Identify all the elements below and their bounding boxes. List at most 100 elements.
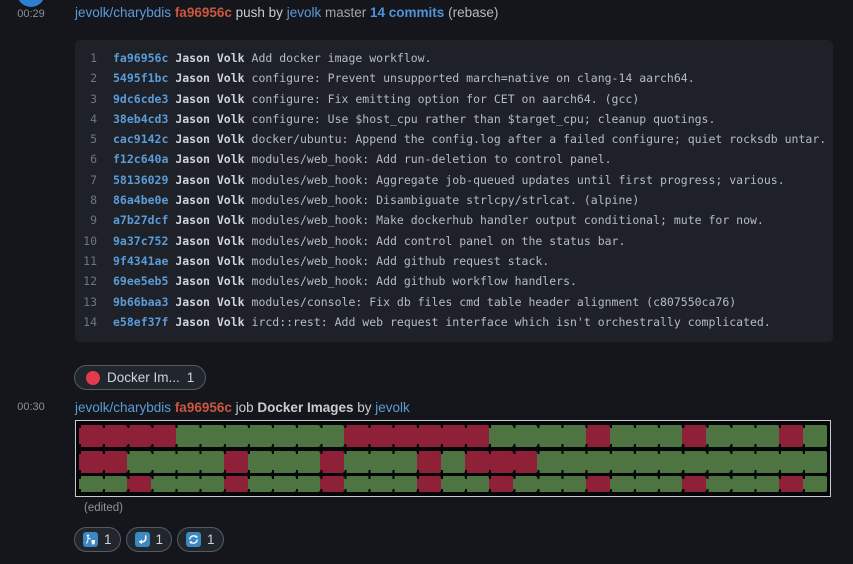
repo-link[interactable]: jevolk/charybdis (75, 400, 171, 415)
reaction-label: Docker Im... (107, 370, 180, 385)
commit-message: modules/web_hook: Aggregate job-queued u… (252, 173, 785, 187)
job-cell-passed (296, 476, 320, 492)
line-number: 2 (75, 68, 97, 88)
timestamp: 00:29 (0, 8, 62, 20)
refresh-reaction-pill[interactable]: 1 (177, 527, 224, 552)
line-number: 4 (75, 109, 97, 129)
job-cell-failed (682, 476, 706, 492)
job-cell-failed (465, 425, 489, 447)
commit-hash-link[interactable]: 9dc6cde3 (113, 92, 168, 106)
job-cell-passed (803, 476, 827, 492)
commit-hash-link[interactable]: 58136029 (113, 173, 168, 187)
timestamp: 00:30 (0, 401, 62, 413)
job-cell-passed (682, 451, 706, 473)
commit-line: 6f12c640a Jason Volk modules/web_hook: A… (75, 149, 833, 169)
litter-reaction-pill[interactable]: 1 (74, 527, 121, 552)
commit-author: Jason Volk (175, 193, 244, 207)
job-cell-passed (369, 476, 393, 492)
line-number: 1 (75, 48, 97, 68)
refresh-icon (186, 532, 201, 547)
job-cell-passed (151, 451, 175, 473)
job-cell-passed (103, 476, 127, 492)
job-cell-passed (634, 476, 658, 492)
job-cell-passed (634, 425, 658, 447)
avatar[interactable] (17, 0, 45, 7)
job-cell-failed (417, 425, 441, 447)
job-cell-passed (176, 451, 200, 473)
commit-list-block: 1fa96956c Jason Volk Add docker image wo… (75, 40, 833, 342)
by-text: by (357, 400, 371, 415)
job-cell-failed (369, 425, 393, 447)
job-cell-passed (779, 451, 803, 473)
return-arrow-reaction-pill[interactable]: 1 (126, 527, 173, 552)
job-cell-passed (706, 451, 730, 473)
commit-author: Jason Volk (175, 274, 244, 288)
job-cell-failed (127, 476, 151, 492)
job-cell-failed (489, 451, 513, 473)
commit-hash-link[interactable]: 9b66baa3 (113, 295, 168, 309)
job-cell-passed (562, 476, 586, 492)
job-cell-passed (562, 425, 586, 447)
docker-images-reaction-pill[interactable]: Docker Im... 1 (74, 365, 206, 390)
repo-link[interactable]: jevolk/charybdis (75, 5, 171, 20)
commit-hash-link[interactable]: f12c640a (113, 152, 168, 166)
job-cell-passed (296, 451, 320, 473)
reaction-count: 1 (156, 532, 164, 547)
commit-hash-link[interactable]: a7b27dcf (113, 213, 168, 227)
commit-message: modules/web_hook: Add control panel on t… (252, 234, 626, 248)
job-cell-passed (272, 476, 296, 492)
reactions-row: 1 1 1 (74, 527, 224, 552)
commit-author: Jason Volk (175, 71, 244, 85)
job-cell-passed (610, 476, 634, 492)
commit-message: modules/web_hook: Add run-deletion to co… (252, 152, 612, 166)
job-cell-passed (610, 451, 634, 473)
commit-hash-link[interactable]: 69ee5eb5 (113, 274, 168, 288)
job-cell-passed (200, 425, 224, 447)
commits-link[interactable]: 14 commits (370, 5, 444, 20)
commit-hash-link[interactable]: e58ef37f (113, 315, 168, 329)
job-cell-passed (441, 451, 465, 473)
commit-hash-link[interactable]: 86a4be0e (113, 193, 168, 207)
job-cell-failed (127, 425, 151, 447)
job-cell-failed (441, 425, 465, 447)
reaction-count: 1 (187, 370, 195, 385)
commit-line: 109a37c752 Jason Volk modules/web_hook: … (75, 231, 833, 251)
commit-hash-link[interactable]: 5495f1bc (113, 71, 168, 85)
user-link[interactable]: jevolk (375, 400, 410, 415)
job-cell-passed (200, 451, 224, 473)
commit-hash-link[interactable]: 9f4341ae (113, 254, 168, 268)
job-cell-passed (489, 425, 513, 447)
job-cell-passed (393, 451, 417, 473)
commit-line: 9a7b27dcf Jason Volk modules/web_hook: M… (75, 210, 833, 230)
commit-hash-link[interactable]: cac9142c (113, 132, 168, 146)
job-grid-row (79, 476, 827, 492)
job-cell-passed (634, 451, 658, 473)
commit-message: modules/web_hook: Add github request sta… (252, 254, 550, 268)
commit-hash-link[interactable]: fa96956c (113, 51, 168, 65)
job-cell-passed (658, 425, 682, 447)
commit-message: configure: Fix emitting option for CET o… (252, 92, 640, 106)
commit-hash-link[interactable]: 38eb4cd3 (113, 112, 168, 126)
reaction-count: 1 (104, 532, 112, 547)
branch-name: master (325, 5, 366, 20)
push-hash-link[interactable]: fa96956c (175, 5, 232, 20)
job-cell-passed (296, 425, 320, 447)
job-cell-passed (344, 476, 368, 492)
job-cell-passed (344, 451, 368, 473)
line-number: 7 (75, 170, 97, 190)
commit-author: Jason Volk (175, 152, 244, 166)
commit-author: Jason Volk (175, 173, 244, 187)
line-number: 3 (75, 89, 97, 109)
line-number: 9 (75, 210, 97, 230)
job-hash-link[interactable]: fa96956c (175, 400, 232, 415)
commit-hash-link[interactable]: 9a37c752 (113, 234, 168, 248)
commit-line: 1269ee5eb5 Jason Volk modules/web_hook: … (75, 271, 833, 291)
commit-message: modules/web_hook: Add github workflow ha… (252, 274, 577, 288)
job-cell-failed (779, 425, 803, 447)
job-cell-failed (682, 425, 706, 447)
commit-author: Jason Volk (175, 254, 244, 268)
user-link[interactable]: jevolk (287, 5, 322, 20)
job-cell-passed (441, 476, 465, 492)
commit-message: modules/web_hook: Disambiguate strlcpy/s… (252, 193, 640, 207)
job-grid-row (79, 451, 827, 473)
